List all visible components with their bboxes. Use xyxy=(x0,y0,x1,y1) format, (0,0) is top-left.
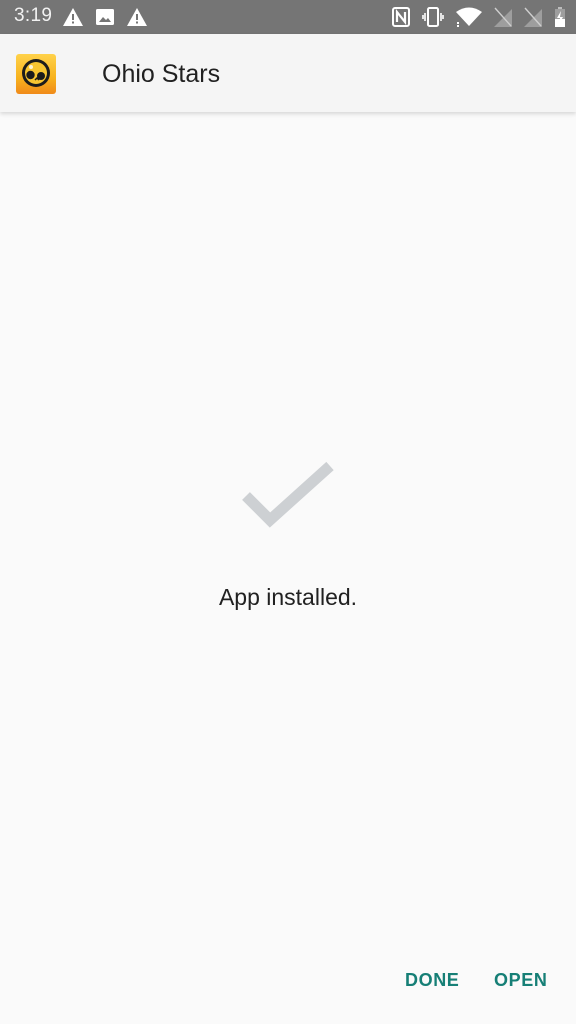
notification-icons xyxy=(63,8,147,26)
install-status-message: App installed. xyxy=(218,584,358,610)
app-bar: Ohio Stars xyxy=(0,34,576,112)
system-icons xyxy=(392,7,566,27)
done-button[interactable]: DONE xyxy=(405,966,459,994)
warning-icon xyxy=(63,8,83,26)
brawl-skull-app-icon xyxy=(22,59,50,87)
install-result-panel xyxy=(0,112,576,1024)
no-sim-icon xyxy=(524,7,542,27)
image-icon xyxy=(96,9,114,25)
warning-icon xyxy=(127,8,147,26)
open-button[interactable]: OPEN xyxy=(494,966,547,994)
no-sim-icon xyxy=(494,7,512,27)
status-bar: 3:19 xyxy=(0,0,576,34)
nfc-icon xyxy=(392,7,410,27)
app-title: Ohio Stars xyxy=(102,60,221,88)
battery-charging-icon xyxy=(555,7,565,27)
vibrate-icon xyxy=(422,7,444,27)
status-time: 3:19 xyxy=(14,5,53,26)
checkmark-icon xyxy=(242,461,334,528)
wifi-icon xyxy=(456,7,482,27)
app-icon xyxy=(16,54,56,94)
